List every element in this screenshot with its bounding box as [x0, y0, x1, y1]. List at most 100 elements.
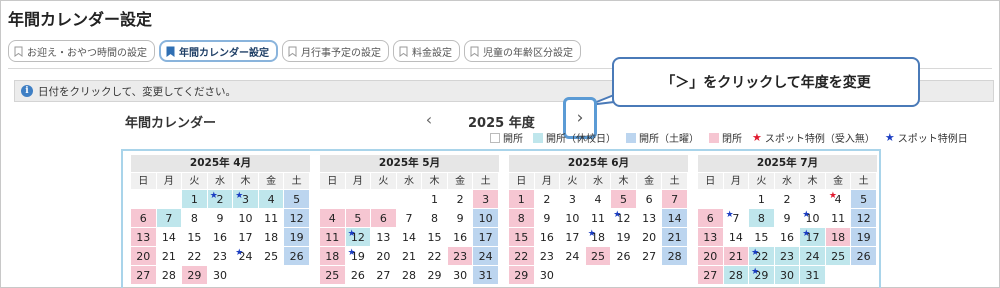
day-cell[interactable]: 16 [774, 227, 801, 246]
day-cell[interactable]: 8 [509, 208, 535, 227]
day-cell[interactable]: 1 [749, 189, 775, 208]
day-cell[interactable]: ★ 12 [611, 208, 637, 227]
day-cell[interactable]: 27 [698, 265, 724, 284]
day-cell[interactable]: 17 [560, 227, 586, 246]
day-cell[interactable]: 27 [636, 246, 663, 265]
day-cell[interactable]: 19 [851, 227, 877, 246]
day-cell[interactable]: ★ 4 [825, 189, 852, 208]
day-cell[interactable]: ★ 19 [345, 246, 372, 265]
day-cell[interactable]: 13 [131, 227, 157, 246]
day-cell[interactable]: 28 [396, 265, 423, 284]
day-cell[interactable]: 21 [662, 227, 688, 246]
day-cell[interactable]: 29 [422, 265, 448, 284]
day-cell[interactable]: 28 [662, 246, 688, 265]
day-cell[interactable]: 15 [509, 227, 535, 246]
day-cell[interactable]: 16 [534, 227, 561, 246]
tab-fee-settings[interactable]: 料金設定 [393, 40, 460, 62]
day-cell[interactable]: 13 [636, 208, 663, 227]
day-cell[interactable]: 30 [447, 265, 474, 284]
day-cell[interactable]: 18 [258, 227, 285, 246]
day-cell[interactable]: 2 [774, 189, 801, 208]
day-cell[interactable]: 23 [447, 246, 474, 265]
day-cell[interactable]: ★ 29 [749, 265, 775, 284]
day-cell[interactable]: 24 [800, 246, 826, 265]
day-cell[interactable]: 9 [447, 208, 474, 227]
day-cell[interactable]: ★ 2 [207, 189, 234, 208]
day-cell[interactable]: 23 [207, 246, 234, 265]
day-cell[interactable]: 13 [698, 227, 724, 246]
day-cell[interactable]: 7 [396, 208, 423, 227]
tab-pickup-snack-time[interactable]: お迎え・おやつ時間の設定 [8, 40, 155, 62]
day-cell[interactable]: 12 [284, 208, 310, 227]
day-cell[interactable]: 11 [258, 208, 285, 227]
day-cell[interactable]: 10 [560, 208, 586, 227]
day-cell[interactable]: 24 [473, 246, 499, 265]
day-cell[interactable]: 10 [233, 208, 259, 227]
day-cell[interactable]: 27 [131, 265, 157, 284]
day-cell[interactable]: 25 [320, 265, 346, 284]
day-cell[interactable]: 14 [723, 227, 750, 246]
day-cell[interactable]: ★ 18 [585, 227, 612, 246]
day-cell[interactable]: 6 [131, 208, 157, 227]
day-cell[interactable]: 21 [396, 246, 423, 265]
day-cell[interactable]: 22 [182, 246, 208, 265]
day-cell[interactable]: 4 [320, 208, 346, 227]
day-cell[interactable]: 24 [560, 246, 586, 265]
day-cell[interactable]: 4 [585, 189, 612, 208]
day-cell[interactable]: 30 [774, 265, 801, 284]
day-cell[interactable]: 8 [182, 208, 208, 227]
day-cell[interactable]: 13 [371, 227, 397, 246]
day-cell[interactable]: 25 [585, 246, 612, 265]
day-cell[interactable]: 27 [371, 265, 397, 284]
prev-year-button[interactable]: ‹ [420, 110, 438, 129]
day-cell[interactable]: 10 [473, 208, 499, 227]
day-cell[interactable]: 6 [698, 208, 724, 227]
tab-annual-calendar[interactable]: 年間カレンダー設定 [159, 40, 278, 62]
day-cell[interactable]: ★ 7 [723, 208, 750, 227]
tab-monthly-events[interactable]: 月行事予定の設定 [282, 40, 389, 62]
day-cell[interactable]: 1 [182, 189, 208, 208]
day-cell[interactable]: 20 [371, 246, 397, 265]
day-cell[interactable]: 30 [534, 265, 561, 284]
day-cell[interactable]: 9 [774, 208, 801, 227]
day-cell[interactable]: 20 [131, 246, 157, 265]
day-cell[interactable]: 15 [182, 227, 208, 246]
day-cell[interactable]: 16 [447, 227, 474, 246]
day-cell[interactable]: 5 [284, 189, 310, 208]
day-cell[interactable]: 26 [851, 246, 877, 265]
day-cell[interactable]: 17 [473, 227, 499, 246]
day-cell[interactable]: 23 [534, 246, 561, 265]
day-cell[interactable]: 25 [825, 246, 852, 265]
day-cell[interactable]: 18 [320, 246, 346, 265]
day-cell[interactable]: 26 [284, 246, 310, 265]
day-cell[interactable]: 15 [422, 227, 448, 246]
day-cell[interactable]: 8 [749, 208, 775, 227]
day-cell[interactable]: 20 [636, 227, 663, 246]
day-cell[interactable]: 26 [345, 265, 372, 284]
day-cell[interactable]: 1 [509, 189, 535, 208]
day-cell[interactable]: 3 [560, 189, 586, 208]
day-cell[interactable]: 18 [825, 227, 852, 246]
day-cell[interactable]: 22 [509, 246, 535, 265]
day-cell[interactable]: 9 [534, 208, 561, 227]
day-cell[interactable]: 8 [422, 208, 448, 227]
day-cell[interactable]: 3 [473, 189, 499, 208]
day-cell[interactable]: 7 [662, 189, 688, 208]
day-cell[interactable]: ★ 17 [800, 227, 826, 246]
day-cell[interactable]: 22 [422, 246, 448, 265]
tab-age-category[interactable]: 児童の年齢区分設定 [464, 40, 581, 62]
day-cell[interactable]: 26 [611, 246, 637, 265]
day-cell[interactable]: 9 [207, 208, 234, 227]
day-cell[interactable]: 19 [284, 227, 310, 246]
day-cell[interactable]: 5 [851, 189, 877, 208]
day-cell[interactable]: 20 [698, 246, 724, 265]
day-cell[interactable]: 11 [320, 227, 346, 246]
day-cell[interactable]: 31 [800, 265, 826, 284]
day-cell[interactable]: 6 [371, 208, 397, 227]
day-cell[interactable]: 28 [723, 265, 750, 284]
day-cell[interactable]: 12 [851, 208, 877, 227]
day-cell[interactable]: 14 [156, 227, 183, 246]
day-cell[interactable]: 4 [258, 189, 285, 208]
day-cell[interactable]: ★ 24 [233, 246, 259, 265]
day-cell[interactable]: 6 [636, 189, 663, 208]
